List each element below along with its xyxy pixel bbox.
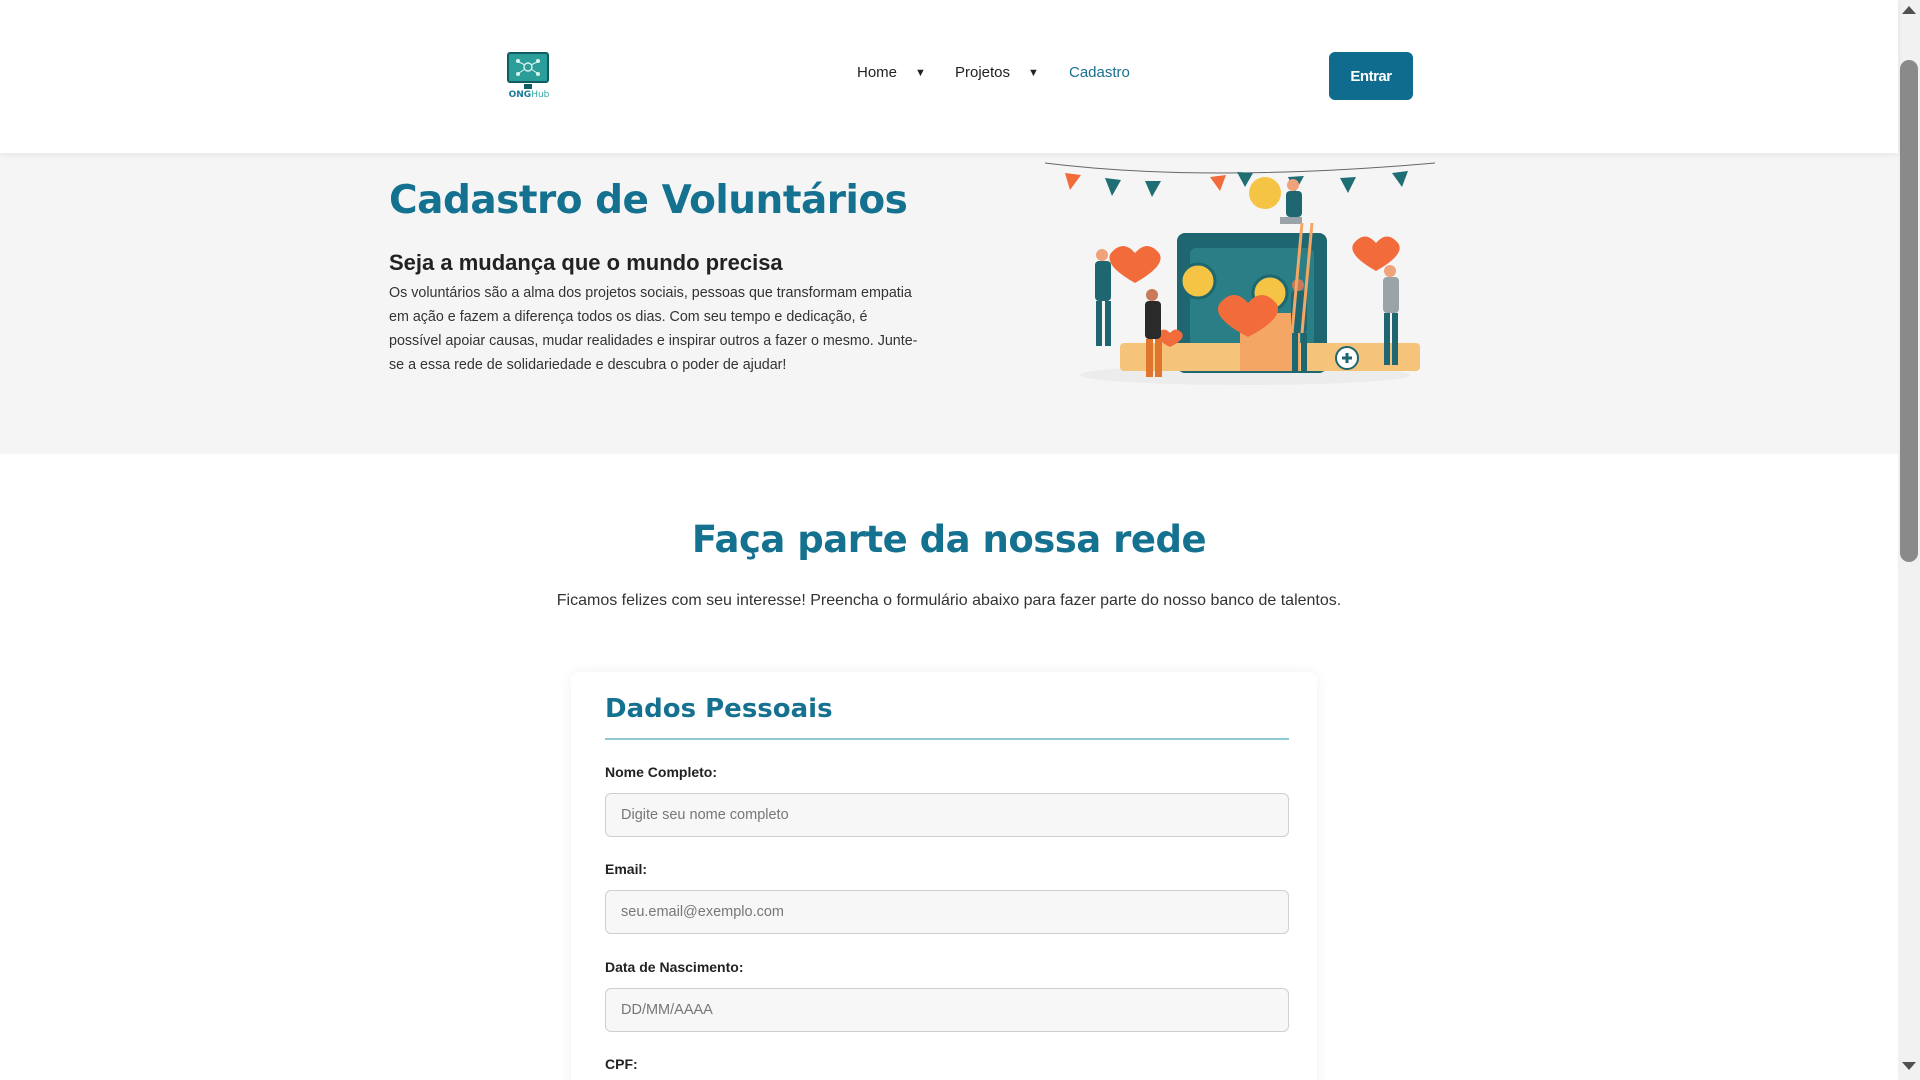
chevron-down-icon: ▼ bbox=[1028, 66, 1039, 79]
birthdate-label: Data de Nascimento: bbox=[605, 959, 744, 975]
form-section-title: Dados Pessoais bbox=[605, 694, 833, 724]
nav-home[interactable]: Home ▼ bbox=[857, 64, 926, 81]
scrollbar[interactable] bbox=[1898, 0, 1920, 1080]
hero-section: Cadastro de Voluntários Seja a mudança q… bbox=[0, 153, 1898, 454]
birthdate-input[interactable] bbox=[605, 988, 1289, 1032]
section-heading: Faça parte da nossa rede bbox=[691, 518, 1207, 561]
volunteers-illustration bbox=[1044, 162, 1436, 385]
nav-cadastro-label: Cadastro bbox=[1069, 64, 1130, 81]
email-input[interactable] bbox=[605, 890, 1289, 934]
site-header: ONGHub Home ▼ Projetos ▼ Cadastro Entrar bbox=[0, 0, 1898, 153]
nav-cadastro[interactable]: Cadastro bbox=[1069, 64, 1130, 81]
cpf-label: CPF: bbox=[605, 1056, 638, 1072]
logo-text: ONGHub bbox=[502, 90, 556, 100]
logo-text-main: ONG bbox=[508, 90, 532, 100]
scrollbar-thumb[interactable] bbox=[1900, 60, 1918, 562]
scroll-down-arrow-icon[interactable] bbox=[1902, 1062, 1916, 1070]
name-label: Nome Completo: bbox=[605, 764, 717, 780]
full-name-input[interactable] bbox=[605, 793, 1289, 837]
section-divider bbox=[605, 738, 1289, 740]
monitor-stand bbox=[524, 84, 532, 89]
form-card: Dados Pessoais Nome Completo: Email: Dat… bbox=[571, 672, 1317, 1080]
email-label: Email: bbox=[605, 861, 648, 877]
logo-text-accent: Hub bbox=[531, 90, 550, 100]
chevron-down-icon: ▼ bbox=[915, 66, 926, 79]
nav-projetos-label: Projetos bbox=[955, 64, 1011, 81]
nav-projetos[interactable]: Projetos ▼ bbox=[955, 64, 1039, 81]
hero-text: Os voluntários são a alma dos projetos s… bbox=[389, 285, 918, 373]
page-title: Cadastro de Voluntários bbox=[389, 178, 908, 223]
monitor-network-icon bbox=[507, 52, 549, 83]
logo[interactable]: ONGHub bbox=[502, 50, 556, 104]
hero-subtitle: Seja a mudança que o mundo precisa bbox=[389, 250, 783, 275]
nav-home-label: Home bbox=[857, 64, 898, 81]
scroll-up-arrow-icon[interactable] bbox=[1902, 6, 1916, 14]
login-button[interactable]: Entrar bbox=[1329, 52, 1413, 100]
section-description: Ficamos felizes com seu interesse! Preen… bbox=[556, 592, 1342, 609]
